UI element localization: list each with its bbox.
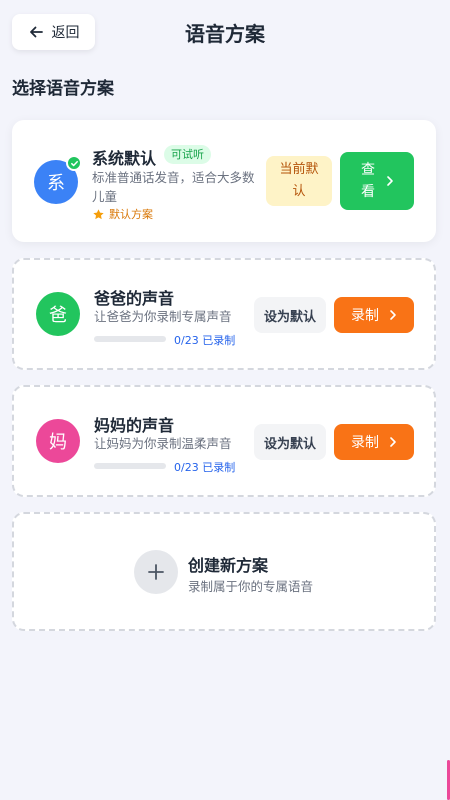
set-default-button[interactable]: 设为默认 — [254, 297, 326, 333]
check-icon — [66, 155, 82, 171]
create-scheme-title: 创建新方案 — [188, 556, 269, 575]
view-button-label: 查看 — [361, 162, 375, 200]
section-title: 选择语音方案 — [12, 79, 114, 99]
scheme-name: 爸爸的声音 — [94, 289, 175, 308]
star-icon — [93, 208, 104, 219]
trial-badge[interactable]: 可试听 — [164, 145, 211, 164]
avatar: 妈 — [36, 419, 80, 463]
recording-progress-bar — [94, 463, 166, 469]
chevron-right-icon — [390, 437, 396, 447]
chevron-right-icon — [387, 176, 393, 186]
scheme-card-mom-voice[interactable]: 妈 妈妈的声音 让妈妈为你录制温柔声音 0/23 已录制 设为默认 录制 — [12, 385, 436, 497]
scheme-card-system-default[interactable]: 系 系统默认 可试听 标准普通话发音，适合大多数儿童 默认方案 当前默认 查看 — [12, 120, 436, 242]
scheme-description: 标准普通话发音，适合大多数儿童 — [92, 170, 255, 204]
scheme-description: 让妈妈为你录制温柔声音 — [94, 436, 232, 451]
create-scheme-card[interactable]: 创建新方案 录制属于你的专属语音 — [12, 512, 436, 631]
scheme-card-dad-voice[interactable]: 爸 爸爸的声音 让爸爸为你录制专属声音 0/23 已录制 设为默认 录制 — [12, 258, 436, 370]
page-title: 语音方案 — [185, 22, 265, 46]
record-button-label: 录制 — [351, 435, 379, 451]
scheme-name: 妈妈的声音 — [94, 416, 175, 435]
header: 返回 语音方案 — [0, 0, 450, 64]
default-scheme-note: 默认方案 — [92, 206, 153, 222]
record-button[interactable]: 录制 — [334, 297, 414, 333]
view-button[interactable]: 查看 — [340, 152, 414, 210]
recording-progress-text: 0/23 已录制 — [174, 334, 236, 347]
record-button[interactable]: 录制 — [334, 424, 414, 460]
chevron-right-icon — [390, 310, 396, 320]
create-scheme-subtitle: 录制属于你的专属语音 — [188, 579, 314, 594]
record-button-label: 录制 — [351, 308, 379, 324]
avatar: 爸 — [36, 292, 80, 336]
scheme-description: 让爸爸为你录制专属声音 — [94, 309, 232, 324]
recording-progress-bar — [94, 336, 166, 342]
scheme-name: 系统默认 — [92, 149, 157, 168]
default-scheme-label: 默认方案 — [109, 208, 153, 221]
recording-progress-text: 0/23 已录制 — [174, 461, 236, 474]
current-default-badge: 当前默认 — [266, 156, 332, 206]
plus-icon[interactable] — [134, 550, 178, 594]
set-default-button[interactable]: 设为默认 — [254, 424, 326, 460]
